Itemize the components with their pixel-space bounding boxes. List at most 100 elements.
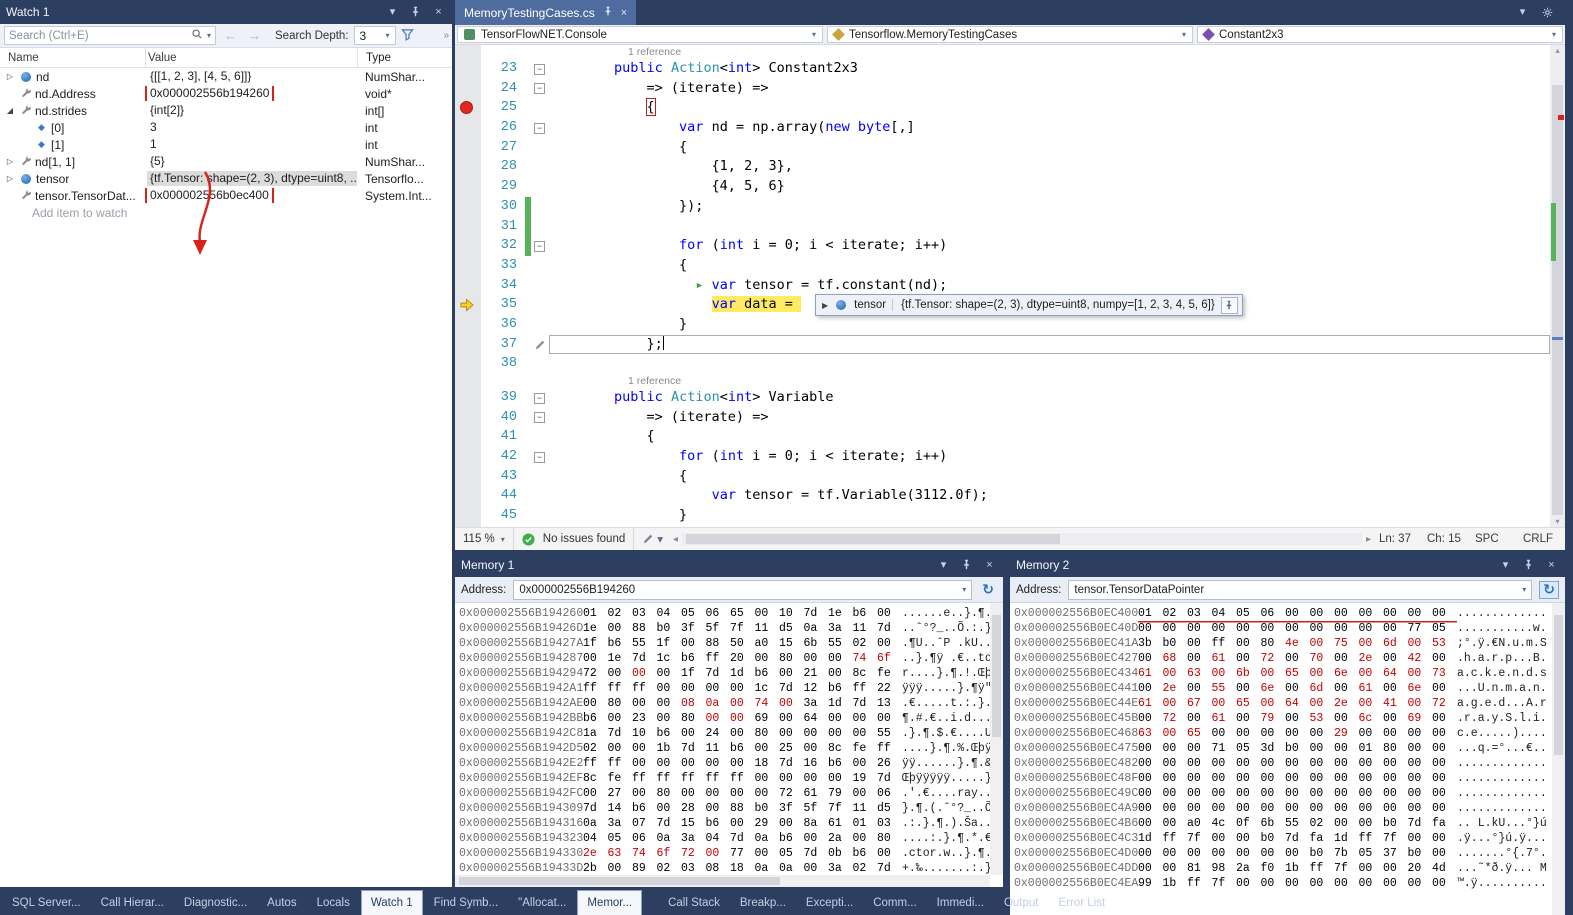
collapse-icon[interactable]: −: [534, 64, 545, 75]
breakpoint-gutter[interactable]: [455, 447, 481, 467]
add-watch-row[interactable]: Add item to watch: [0, 204, 452, 221]
scroll-up-icon[interactable]: ▴: [1550, 46, 1565, 55]
taskbar-tab-find-symb[interactable]: Find Symb...: [425, 890, 508, 915]
code-line-26[interactable]: 26− var nd = np.array(new byte[,]: [455, 118, 1550, 138]
memory1-hex-view[interactable]: 0x000002556B1942600102030405066500107d1e…: [455, 603, 1003, 887]
collapse-icon[interactable]: −: [534, 83, 545, 94]
code-line-42[interactable]: 42− for (int i = 0; i < iterate; i++): [455, 447, 1550, 467]
class-dropdown[interactable]: Tensorflow.MemoryTestingCases ▾: [827, 26, 1193, 43]
memory-row[interactable]: 0x000002556B194287001e7d1cb6ff2000800000…: [459, 651, 989, 666]
prev-result-button[interactable]: ←: [221, 28, 240, 43]
memory1-vscrollbar[interactable]: [990, 603, 1003, 875]
code-line-34[interactable]: 34 ▸ var tensor = tf.constant(nd);: [455, 276, 1550, 296]
breakpoint-gutter[interactable]: [455, 256, 481, 276]
breakpoint-gutter[interactable]: [455, 236, 481, 256]
collapse-icon[interactable]: −: [534, 241, 545, 252]
breakpoint-gutter[interactable]: [455, 98, 481, 118]
zoom-select[interactable]: 115 % ▾: [455, 528, 514, 550]
watch-value[interactable]: {5}: [147, 154, 168, 169]
memory-row[interactable]: 0x000002556B0EC41A3bb000ff00804e0075006d…: [1014, 636, 1551, 651]
breakpoint-gutter[interactable]: [455, 59, 481, 79]
memory2-titlebar[interactable]: Memory 2 ▾ ×: [1010, 553, 1565, 577]
breakpoint-gutter[interactable]: [455, 486, 481, 506]
taskbar-tab-locals[interactable]: Locals: [308, 890, 359, 915]
memory-row[interactable]: 0x000002556B0EC4B60000a04c0f6b55020000b0…: [1014, 816, 1551, 831]
search-icon[interactable]: [191, 28, 203, 43]
code-line-36[interactable]: 36 }: [455, 315, 1550, 335]
memory2-vscrollbar[interactable]: [1552, 603, 1565, 915]
collapse-icon[interactable]: −: [534, 393, 545, 404]
close-icon[interactable]: ×: [1544, 558, 1559, 573]
collapse-icon[interactable]: −: [534, 412, 545, 423]
memory-row[interactable]: 0x000002556B0EC49C0000000000000000000000…: [1014, 786, 1551, 801]
watch-row[interactable]: ◢nd.strides{int[2]}int[]: [0, 102, 452, 119]
memory-row[interactable]: 0x000002556B0EC4686300650000000000290000…: [1014, 726, 1551, 741]
codelens[interactable]: 1 reference: [455, 45, 1550, 59]
breakpoint-gutter[interactable]: [455, 408, 481, 428]
memory-row[interactable]: 0x000002556B19426D1e0088b03f5f7f11d50a3a…: [459, 621, 989, 636]
code-line-25[interactable]: 25 {: [455, 98, 1550, 118]
expander-icon[interactable]: ▷: [4, 174, 16, 183]
watch-row[interactable]: nd.Address0x000002556b194260void*: [0, 85, 452, 102]
memory-row[interactable]: 0x000002556B1942D50200001b7d11b60025008c…: [459, 741, 989, 756]
memory-row[interactable]: 0x000002556B1942BBb600230080000069006400…: [459, 711, 989, 726]
memory-row[interactable]: 0x000002556B0EC4820000000000000000000000…: [1014, 756, 1551, 771]
code-cleanup-icon[interactable]: ▾: [634, 532, 671, 546]
memory-row[interactable]: 0x000002556B0EC441002e0055006e006d006100…: [1014, 681, 1551, 696]
taskbar-tab-excepti[interactable]: Excepti...: [797, 890, 862, 915]
column-header-value[interactable]: Value: [145, 48, 357, 67]
watch-value[interactable]: 0x000002556b0ec400: [147, 188, 272, 203]
expander-icon[interactable]: ▷: [4, 157, 16, 166]
pin-icon[interactable]: [408, 5, 423, 20]
code-line-23[interactable]: 23− public Action<int> Constant2x3: [455, 59, 1550, 79]
project-dropdown[interactable]: TensorFlowNET.Console ▾: [457, 26, 823, 43]
chevron-down-icon[interactable]: ▾: [1522, 585, 1526, 594]
breakpoint-gutter[interactable]: [455, 388, 481, 408]
code-line-38[interactable]: 38: [455, 354, 1550, 374]
toolbar-overflow-icon[interactable]: »: [443, 30, 448, 41]
chevron-down-icon[interactable]: ▾: [1498, 558, 1513, 573]
watch-row[interactable]: ◆[1]1int: [0, 136, 452, 153]
memory-row[interactable]: 0x000002556B1942600102030405066500107d1e…: [459, 606, 989, 621]
issues-label[interactable]: No issues found: [535, 528, 634, 550]
hscroll-left-icon[interactable]: ◂: [671, 534, 680, 545]
watch-row[interactable]: ▷tensor{tf.Tensor: shape=(2, 3), dtype=u…: [0, 170, 452, 187]
breakpoint-gutter[interactable]: [455, 335, 481, 355]
code-line-43[interactable]: 43 {: [455, 467, 1550, 487]
memory-row[interactable]: 0x000002556B0EC44E61006700650064002e0041…: [1014, 696, 1551, 711]
watch-value[interactable]: 3: [147, 120, 160, 135]
codelens[interactable]: 1 reference: [455, 374, 1550, 388]
breakpoint-gutter[interactable]: [455, 506, 481, 526]
column-header-name[interactable]: Name: [0, 48, 145, 67]
code-line-27[interactable]: 27 {: [455, 138, 1550, 158]
taskbar-tab-comm[interactable]: Comm...: [864, 890, 925, 915]
memory-row[interactable]: 0x000002556B0EC47500000071053db000000180…: [1014, 741, 1551, 756]
memory1-titlebar[interactable]: Memory 1 ▾ ×: [455, 553, 1003, 577]
scrollbar-thumb[interactable]: [992, 615, 1001, 737]
scrollbar-thumb[interactable]: [459, 877, 780, 885]
hscroll-right-icon[interactable]: ▸: [1364, 534, 1373, 545]
memory-row[interactable]: 0x000002556B0EC45B0072006100790053006c00…: [1014, 711, 1551, 726]
code-line-40[interactable]: 40− => (iterate) =>: [455, 408, 1550, 428]
breakpoint-gutter[interactable]: [455, 138, 481, 158]
watch-value[interactable]: {tf.Tensor: shape=(2, 3), dtype=uint8, .…: [147, 171, 357, 186]
collapse-icon[interactable]: −: [534, 452, 545, 463]
scroll-down-icon[interactable]: ▾: [1550, 517, 1565, 526]
memory-row[interactable]: 0x000002556B0EC4270068006100720070002e00…: [1014, 651, 1551, 666]
breakpoint-gutter[interactable]: [455, 157, 481, 177]
watch-value[interactable]: 1: [147, 137, 160, 152]
breakpoint-gutter[interactable]: [455, 315, 481, 335]
editor-scrollbar[interactable]: ▴ ▾: [1550, 45, 1565, 527]
code-line-45[interactable]: 45 }: [455, 506, 1550, 526]
code-line-29[interactable]: 29 {4, 5, 6}: [455, 177, 1550, 197]
taskbar-tab-allocat[interactable]: "Allocat...: [509, 890, 575, 915]
taskbar-tab-error-list[interactable]: Error List: [1050, 890, 1115, 915]
watch-value[interactable]: {int[2]}: [147, 103, 187, 118]
memory1-address-input[interactable]: 0x000002556B194260 ▾: [513, 580, 972, 600]
code-line-32[interactable]: 32− for (int i = 0; i < iterate; i++): [455, 236, 1550, 256]
breakpoint-gutter[interactable]: [455, 177, 481, 197]
search-input[interactable]: Search (Ctrl+E) ▾: [4, 26, 216, 45]
code-line-39[interactable]: 39− public Action<int> Variable: [455, 388, 1550, 408]
chevron-down-icon[interactable]: ▾: [1515, 5, 1530, 20]
code-line-41[interactable]: 41 {: [455, 427, 1550, 447]
